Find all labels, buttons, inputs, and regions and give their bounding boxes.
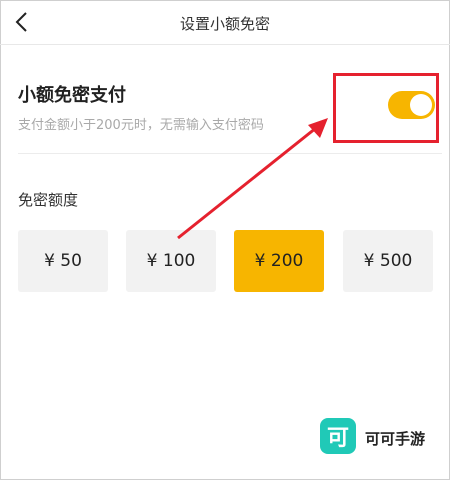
amount-option-50[interactable]: ¥ 50 <box>18 230 108 292</box>
page-title: 设置小额免密 <box>179 15 270 33</box>
watermark-logo: 可 <box>320 418 356 454</box>
small-payment-title: 小额免密支付 <box>18 85 126 106</box>
amount-option-500[interactable]: ¥ 500 <box>343 230 433 292</box>
annotation-highlight-box <box>333 73 439 143</box>
amount-option-200[interactable]: ¥ 200 <box>234 230 324 292</box>
divider <box>18 153 442 154</box>
amount-option-100[interactable]: ¥ 100 <box>126 230 216 292</box>
nav-header: 设置小额免密 <box>0 0 450 45</box>
limit-label: 免密额度 <box>18 191 79 209</box>
small-payment-description: 支付金额小于200元时，无需输入支付密码 <box>18 118 264 133</box>
watermark-text: 可可手游 <box>365 430 426 448</box>
